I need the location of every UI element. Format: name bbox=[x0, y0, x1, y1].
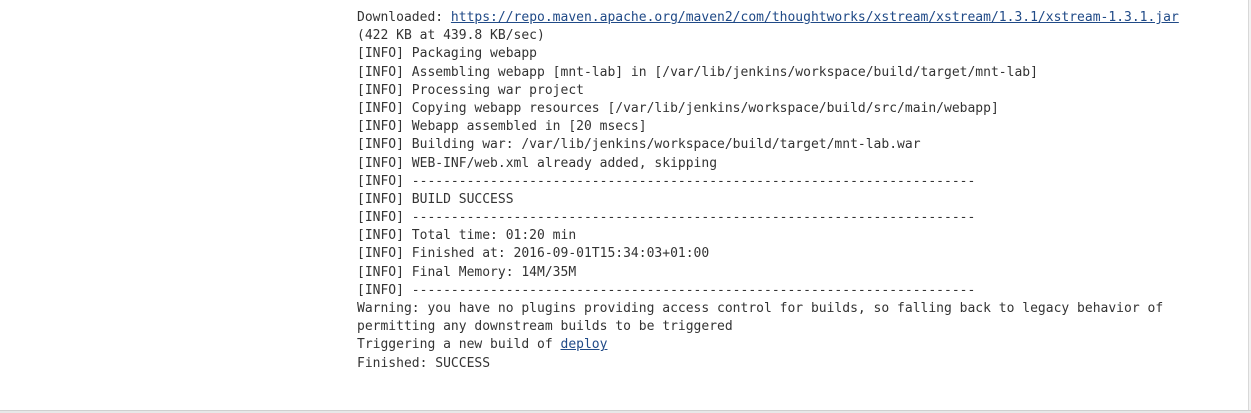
log-line-copying: [INFO] Copying webapp resources [/var/li… bbox=[357, 100, 999, 116]
log-line-finished-at: [INFO] Finished at: 2016-09-01T15:34:03+… bbox=[357, 246, 710, 262]
trigger-line: Triggering a new build of deploy bbox=[357, 336, 1237, 354]
log-line-assembled: [INFO] Webapp assembled in [20 msecs] bbox=[357, 119, 647, 135]
log-line-webxml: [INFO] WEB-INF/web.xml already added, sk… bbox=[357, 155, 718, 171]
log-line-processing: [INFO] Processing war project bbox=[357, 82, 584, 98]
log-line-build-success: [INFO] BUILD SUCCESS bbox=[357, 191, 514, 207]
download-prefix: Downloaded: bbox=[357, 10, 451, 25]
warning-line-1: Warning: you have no plugins providing a… bbox=[357, 301, 1164, 316]
log-line-packaging: [INFO] Packaging webapp bbox=[357, 46, 538, 62]
log-line-final-memory: [INFO] Final Memory: 14M/35M bbox=[357, 264, 577, 280]
download-rate-line: (422 KB at 439.8 KB/sec) bbox=[357, 28, 545, 44]
log-line-total-time: [INFO] Total time: 01:20 min bbox=[357, 228, 577, 244]
warning-line-2: permitting any downstream builds to be t… bbox=[357, 319, 733, 335]
log-line-building-war: [INFO] Building war: /var/lib/jenkins/wo… bbox=[357, 137, 921, 153]
log-line-assembling: [INFO] Assembling webapp [mnt-lab] in [/… bbox=[357, 64, 1038, 80]
console-output: Downloaded: https://repo.maven.apache.or… bbox=[357, 9, 1237, 373]
download-line: Downloaded: https://repo.maven.apache.or… bbox=[357, 9, 1237, 27]
log-separator-3: [INFO] ---------------------------------… bbox=[357, 282, 976, 298]
left-blank-column bbox=[0, 0, 338, 410]
log-separator-2: [INFO] ---------------------------------… bbox=[357, 210, 976, 226]
log-separator-1: [INFO] ---------------------------------… bbox=[357, 173, 976, 189]
download-url-link[interactable]: https://repo.maven.apache.org/maven2/com… bbox=[451, 10, 1179, 25]
jenkins-console-page: Downloaded: https://repo.maven.apache.or… bbox=[0, 0, 1251, 413]
trigger-prefix: Triggering a new build of bbox=[357, 337, 561, 353]
finished-status-line: Finished: SUCCESS bbox=[357, 355, 491, 371]
deploy-job-link[interactable]: deploy bbox=[561, 337, 608, 352]
